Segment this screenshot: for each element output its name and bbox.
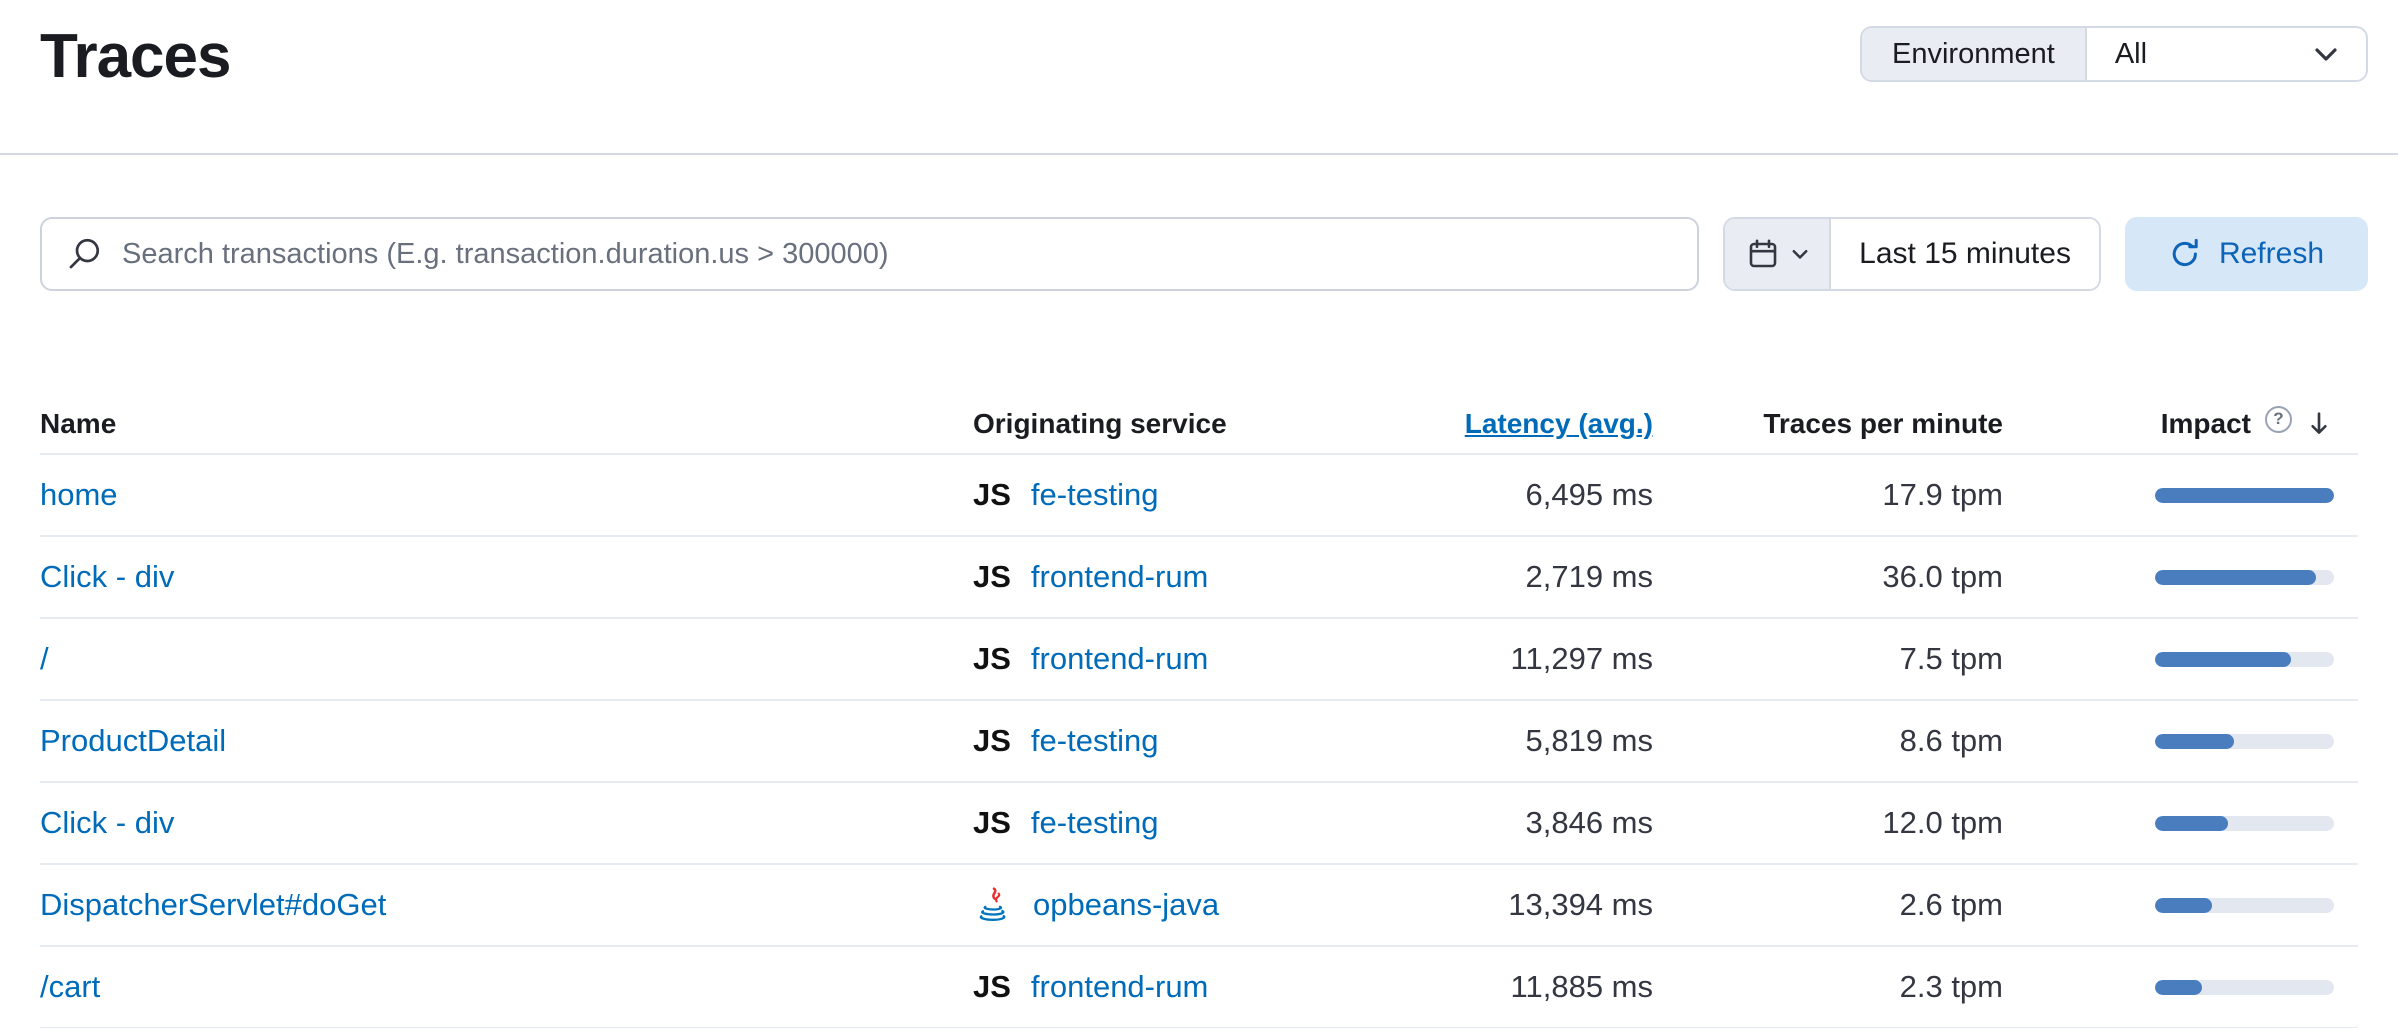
sort-descending-icon [2304, 409, 2334, 439]
traces-page: Traces Environment All [0, 0, 2398, 1028]
latency-value: 11,297 ms [1363, 641, 1653, 677]
transaction-name-link[interactable]: ProductDetail [40, 723, 226, 758]
impact-bar-fill [2155, 570, 2316, 585]
tpm-value: 8.6 tpm [1653, 723, 2003, 759]
table-row: Click - div JS fe-testing 3,846 ms 12.0 … [40, 783, 2358, 865]
java-agent-icon [973, 885, 1013, 925]
table-row: DispatcherServlet#doGet opbeans-java 13,… [40, 865, 2358, 947]
js-agent-icon: JS [973, 559, 1011, 595]
service-link[interactable]: opbeans-java [1033, 887, 1219, 923]
impact-bar-fill [2155, 488, 2334, 503]
table-header-row: Name Originating service Latency (avg.) … [40, 395, 2358, 455]
environment-select-label: Environment [1862, 28, 2087, 80]
search-icon [66, 236, 102, 272]
date-picker: Last 15 minutes [1723, 217, 2101, 291]
latency-value: 11,885 ms [1363, 969, 1653, 1005]
impact-bar [2155, 488, 2334, 503]
date-picker-quick-select-button[interactable]: Last 15 minutes [1831, 219, 2099, 289]
impact-bar-fill [2155, 898, 2212, 913]
traces-table-body: home JS fe-testing 6,495 ms 17.9 tpm Cli… [40, 455, 2358, 1028]
impact-bar [2155, 734, 2334, 749]
impact-bar-fill [2155, 816, 2228, 831]
js-agent-icon: JS [973, 805, 1011, 841]
service-link[interactable]: fe-testing [1031, 805, 1159, 841]
service-link[interactable]: frontend-rum [1031, 641, 1208, 677]
table-row: Click - div JS frontend-rum 2,719 ms 36.… [40, 537, 2358, 619]
tpm-value: 7.5 tpm [1653, 641, 2003, 677]
impact-bar [2155, 570, 2334, 585]
calendar-icon [1747, 238, 1779, 270]
latency-value: 5,819 ms [1363, 723, 1653, 759]
service-link[interactable]: fe-testing [1031, 477, 1159, 513]
js-agent-icon: JS [973, 969, 1011, 1005]
date-picker-calendar-button[interactable] [1725, 219, 1831, 289]
impact-bar-fill [2155, 652, 2291, 667]
toolbar: Last 15 minutes Refresh [40, 217, 2368, 291]
tpm-value: 36.0 tpm [1653, 559, 2003, 595]
transaction-name-link[interactable]: / [40, 641, 49, 676]
chevron-down-icon [2310, 38, 2342, 70]
column-header-originating-service: Originating service [973, 408, 1363, 440]
column-header-latency-sort-link[interactable]: Latency (avg.) [1465, 408, 1653, 439]
refresh-button-label: Refresh [2219, 237, 2324, 271]
page-title: Traces [40, 26, 231, 88]
chevron-down-icon [1789, 243, 1811, 265]
transaction-name-link[interactable]: Click - div [40, 559, 174, 594]
traces-table: Name Originating service Latency (avg.) … [40, 395, 2358, 1028]
service-link[interactable]: frontend-rum [1031, 559, 1208, 595]
impact-bar-fill [2155, 734, 2234, 749]
impact-bar-fill [2155, 980, 2202, 995]
transaction-name-link[interactable]: DispatcherServlet#doGet [40, 887, 386, 922]
impact-help-icon[interactable]: ? [2265, 406, 2292, 433]
refresh-button[interactable]: Refresh [2125, 217, 2368, 291]
transaction-name-link[interactable]: home [40, 477, 118, 512]
table-row: /cart JS frontend-rum 11,885 ms 2.3 tpm [40, 947, 2358, 1028]
transaction-name-link[interactable]: /cart [40, 969, 100, 1004]
impact-bar [2155, 652, 2334, 667]
table-row: / JS frontend-rum 11,297 ms 7.5 tpm [40, 619, 2358, 701]
impact-bar [2155, 980, 2334, 995]
environment-select-value: All [2115, 38, 2147, 71]
environment-select[interactable]: Environment All [1860, 26, 2368, 82]
refresh-icon [2169, 238, 2201, 270]
table-row: ProductDetail JS fe-testing 5,819 ms 8.6… [40, 701, 2358, 783]
js-agent-icon: JS [973, 477, 1011, 513]
latency-value: 13,394 ms [1363, 887, 1653, 923]
impact-header-label: Impact [2161, 408, 2251, 440]
latency-value: 3,846 ms [1363, 805, 1653, 841]
impact-bar [2155, 898, 2334, 913]
search-box [40, 217, 1699, 291]
latency-value: 2,719 ms [1363, 559, 1653, 595]
search-input[interactable] [122, 238, 1673, 271]
tpm-value: 2.6 tpm [1653, 887, 2003, 923]
js-agent-icon: JS [973, 723, 1011, 759]
table-row: home JS fe-testing 6,495 ms 17.9 tpm [40, 455, 2358, 537]
service-link[interactable]: fe-testing [1031, 723, 1159, 759]
column-header-name: Name [40, 408, 973, 440]
page-header: Traces Environment All [0, 0, 2398, 155]
column-header-traces-per-minute: Traces per minute [1653, 408, 2003, 440]
js-agent-icon: JS [973, 641, 1011, 677]
tpm-value: 12.0 tpm [1653, 805, 2003, 841]
impact-bar [2155, 816, 2334, 831]
tpm-value: 2.3 tpm [1653, 969, 2003, 1005]
column-header-impact[interactable]: Impact ? [2003, 406, 2358, 443]
latency-value: 6,495 ms [1363, 477, 1653, 513]
service-link[interactable]: frontend-rum [1031, 969, 1208, 1005]
transaction-name-link[interactable]: Click - div [40, 805, 174, 840]
tpm-value: 17.9 tpm [1653, 477, 2003, 513]
